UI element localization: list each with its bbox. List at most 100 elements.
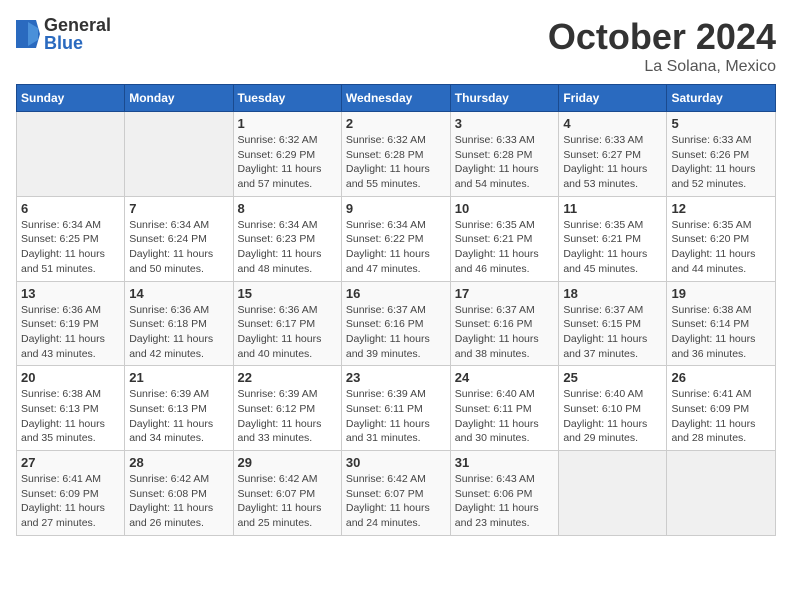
calendar-cell: 11 Sunrise: 6:35 AMSunset: 6:21 PMDaylig…: [559, 196, 667, 281]
calendar-cell: 24 Sunrise: 6:40 AMSunset: 6:11 PMDaylig…: [450, 366, 559, 451]
calendar-week-row: 6 Sunrise: 6:34 AMSunset: 6:25 PMDayligh…: [17, 196, 776, 281]
day-number: 19: [671, 286, 771, 301]
weekday-header-wednesday: Wednesday: [341, 85, 450, 112]
day-number: 30: [346, 455, 446, 470]
weekday-header-sunday: Sunday: [17, 85, 125, 112]
calendar-cell: 19 Sunrise: 6:38 AMSunset: 6:14 PMDaylig…: [667, 281, 776, 366]
day-number: 21: [129, 370, 228, 385]
title-block: October 2024 La Solana, Mexico: [548, 16, 776, 76]
calendar-subtitle: La Solana, Mexico: [548, 58, 776, 76]
day-number: 20: [21, 370, 120, 385]
day-info: Sunrise: 6:35 AMSunset: 6:21 PMDaylight:…: [563, 219, 647, 275]
day-number: 11: [563, 201, 662, 216]
day-info: Sunrise: 6:38 AMSunset: 6:13 PMDaylight:…: [21, 388, 105, 444]
day-info: Sunrise: 6:35 AMSunset: 6:20 PMDaylight:…: [671, 219, 755, 275]
calendar-cell: [125, 112, 233, 197]
day-number: 26: [671, 370, 771, 385]
day-info: Sunrise: 6:32 AMSunset: 6:28 PMDaylight:…: [346, 134, 430, 190]
day-info: Sunrise: 6:37 AMSunset: 6:16 PMDaylight:…: [346, 304, 430, 360]
weekday-header-tuesday: Tuesday: [233, 85, 341, 112]
calendar-cell: 1 Sunrise: 6:32 AMSunset: 6:29 PMDayligh…: [233, 112, 341, 197]
day-info: Sunrise: 6:36 AMSunset: 6:18 PMDaylight:…: [129, 304, 213, 360]
calendar-table: SundayMondayTuesdayWednesdayThursdayFrid…: [16, 84, 776, 536]
day-number: 18: [563, 286, 662, 301]
day-number: 28: [129, 455, 228, 470]
calendar-cell: 12 Sunrise: 6:35 AMSunset: 6:20 PMDaylig…: [667, 196, 776, 281]
day-info: Sunrise: 6:37 AMSunset: 6:16 PMDaylight:…: [455, 304, 539, 360]
day-info: Sunrise: 6:33 AMSunset: 6:26 PMDaylight:…: [671, 134, 755, 190]
calendar-cell: 6 Sunrise: 6:34 AMSunset: 6:25 PMDayligh…: [17, 196, 125, 281]
day-info: Sunrise: 6:39 AMSunset: 6:13 PMDaylight:…: [129, 388, 213, 444]
weekday-header-friday: Friday: [559, 85, 667, 112]
calendar-cell: 2 Sunrise: 6:32 AMSunset: 6:28 PMDayligh…: [341, 112, 450, 197]
day-info: Sunrise: 6:38 AMSunset: 6:14 PMDaylight:…: [671, 304, 755, 360]
day-number: 25: [563, 370, 662, 385]
calendar-cell: 13 Sunrise: 6:36 AMSunset: 6:19 PMDaylig…: [17, 281, 125, 366]
day-info: Sunrise: 6:32 AMSunset: 6:29 PMDaylight:…: [238, 134, 322, 190]
day-number: 2: [346, 116, 446, 131]
calendar-title: October 2024: [548, 16, 776, 58]
day-number: 15: [238, 286, 337, 301]
day-number: 1: [238, 116, 337, 131]
weekday-header-thursday: Thursday: [450, 85, 559, 112]
calendar-cell: 14 Sunrise: 6:36 AMSunset: 6:18 PMDaylig…: [125, 281, 233, 366]
day-number: 22: [238, 370, 337, 385]
calendar-cell: 3 Sunrise: 6:33 AMSunset: 6:28 PMDayligh…: [450, 112, 559, 197]
day-number: 14: [129, 286, 228, 301]
calendar-cell: 15 Sunrise: 6:36 AMSunset: 6:17 PMDaylig…: [233, 281, 341, 366]
logo-text: General Blue: [44, 16, 111, 52]
calendar-cell: 17 Sunrise: 6:37 AMSunset: 6:16 PMDaylig…: [450, 281, 559, 366]
day-info: Sunrise: 6:43 AMSunset: 6:06 PMDaylight:…: [455, 473, 539, 529]
calendar-cell: 7 Sunrise: 6:34 AMSunset: 6:24 PMDayligh…: [125, 196, 233, 281]
day-info: Sunrise: 6:34 AMSunset: 6:24 PMDaylight:…: [129, 219, 213, 275]
calendar-cell: 27 Sunrise: 6:41 AMSunset: 6:09 PMDaylig…: [17, 451, 125, 536]
logo-icon: [16, 20, 40, 48]
calendar-cell: 16 Sunrise: 6:37 AMSunset: 6:16 PMDaylig…: [341, 281, 450, 366]
day-info: Sunrise: 6:39 AMSunset: 6:11 PMDaylight:…: [346, 388, 430, 444]
day-number: 27: [21, 455, 120, 470]
day-number: 7: [129, 201, 228, 216]
calendar-cell: 21 Sunrise: 6:39 AMSunset: 6:13 PMDaylig…: [125, 366, 233, 451]
day-info: Sunrise: 6:36 AMSunset: 6:19 PMDaylight:…: [21, 304, 105, 360]
calendar-week-row: 1 Sunrise: 6:32 AMSunset: 6:29 PMDayligh…: [17, 112, 776, 197]
calendar-cell: 10 Sunrise: 6:35 AMSunset: 6:21 PMDaylig…: [450, 196, 559, 281]
calendar-cell: 4 Sunrise: 6:33 AMSunset: 6:27 PMDayligh…: [559, 112, 667, 197]
day-number: 29: [238, 455, 337, 470]
day-info: Sunrise: 6:35 AMSunset: 6:21 PMDaylight:…: [455, 219, 539, 275]
weekday-header-monday: Monday: [125, 85, 233, 112]
day-number: 4: [563, 116, 662, 131]
day-number: 12: [671, 201, 771, 216]
day-info: Sunrise: 6:39 AMSunset: 6:12 PMDaylight:…: [238, 388, 322, 444]
calendar-cell: 23 Sunrise: 6:39 AMSunset: 6:11 PMDaylig…: [341, 366, 450, 451]
calendar-week-row: 20 Sunrise: 6:38 AMSunset: 6:13 PMDaylig…: [17, 366, 776, 451]
logo-general: General: [44, 16, 111, 34]
calendar-cell: 26 Sunrise: 6:41 AMSunset: 6:09 PMDaylig…: [667, 366, 776, 451]
calendar-cell: 20 Sunrise: 6:38 AMSunset: 6:13 PMDaylig…: [17, 366, 125, 451]
day-info: Sunrise: 6:33 AMSunset: 6:28 PMDaylight:…: [455, 134, 539, 190]
calendar-week-row: 13 Sunrise: 6:36 AMSunset: 6:19 PMDaylig…: [17, 281, 776, 366]
day-info: Sunrise: 6:40 AMSunset: 6:10 PMDaylight:…: [563, 388, 647, 444]
day-number: 10: [455, 201, 555, 216]
logo-blue: Blue: [44, 34, 111, 52]
calendar-cell: 31 Sunrise: 6:43 AMSunset: 6:06 PMDaylig…: [450, 451, 559, 536]
day-number: 9: [346, 201, 446, 216]
day-info: Sunrise: 6:36 AMSunset: 6:17 PMDaylight:…: [238, 304, 322, 360]
calendar-cell: 29 Sunrise: 6:42 AMSunset: 6:07 PMDaylig…: [233, 451, 341, 536]
page-header: General Blue October 2024 La Solana, Mex…: [16, 16, 776, 76]
day-number: 13: [21, 286, 120, 301]
day-info: Sunrise: 6:42 AMSunset: 6:08 PMDaylight:…: [129, 473, 213, 529]
calendar-cell: 22 Sunrise: 6:39 AMSunset: 6:12 PMDaylig…: [233, 366, 341, 451]
day-info: Sunrise: 6:42 AMSunset: 6:07 PMDaylight:…: [238, 473, 322, 529]
day-number: 31: [455, 455, 555, 470]
day-number: 23: [346, 370, 446, 385]
day-number: 3: [455, 116, 555, 131]
day-info: Sunrise: 6:34 AMSunset: 6:25 PMDaylight:…: [21, 219, 105, 275]
calendar-cell: [667, 451, 776, 536]
day-info: Sunrise: 6:34 AMSunset: 6:22 PMDaylight:…: [346, 219, 430, 275]
weekday-header-row: SundayMondayTuesdayWednesdayThursdayFrid…: [17, 85, 776, 112]
calendar-cell: 25 Sunrise: 6:40 AMSunset: 6:10 PMDaylig…: [559, 366, 667, 451]
calendar-cell: 28 Sunrise: 6:42 AMSunset: 6:08 PMDaylig…: [125, 451, 233, 536]
weekday-header-saturday: Saturday: [667, 85, 776, 112]
day-info: Sunrise: 6:40 AMSunset: 6:11 PMDaylight:…: [455, 388, 539, 444]
day-info: Sunrise: 6:41 AMSunset: 6:09 PMDaylight:…: [671, 388, 755, 444]
